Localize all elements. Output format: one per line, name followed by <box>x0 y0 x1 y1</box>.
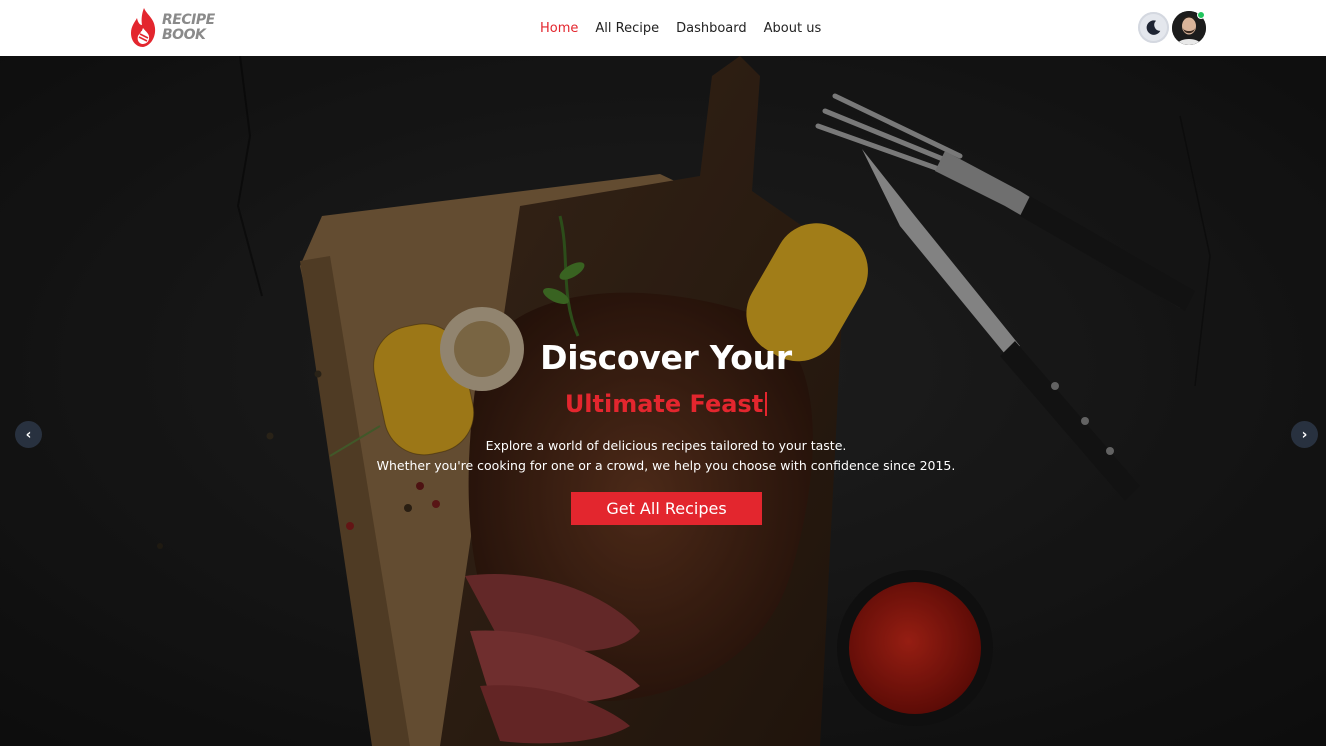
carousel-prev-button[interactable]: ‹ <box>15 421 42 448</box>
hero-description-line2: Whether you're cooking for one or a crow… <box>376 458 956 473</box>
main-nav: Home All Recipe Dashboard About us <box>540 0 821 56</box>
typing-caret <box>765 392 768 416</box>
chevron-right-icon: › <box>1301 426 1308 443</box>
hero-banner: Discover Your Ultimate Feast Explore a w… <box>0 56 1326 746</box>
hero-description-line1: Explore a world of delicious recipes tai… <box>485 438 847 453</box>
theme-toggle-button[interactable] <box>1138 12 1169 43</box>
hero-content: Discover Your Ultimate Feast Explore a w… <box>0 56 1326 746</box>
hero-description: Explore a world of delicious recipes tai… <box>0 436 1326 476</box>
brand-name-line1: RECIPE <box>162 12 215 28</box>
nav-item-all-recipe[interactable]: All Recipe <box>595 21 659 36</box>
hero-title: Discover Your <box>540 338 792 377</box>
carousel-next-button[interactable]: › <box>1291 421 1318 448</box>
chevron-left-icon: ‹ <box>25 426 32 443</box>
get-all-recipes-button[interactable]: Get All Recipes <box>571 492 762 525</box>
nav-item-about-us[interactable]: About us <box>764 21 822 36</box>
brand-logo[interactable]: RECIPE BOOK <box>128 6 218 50</box>
brand-name: RECIPE BOOK <box>162 13 215 43</box>
navbar: RECIPE BOOK Home All Recipe Dashboard Ab… <box>0 0 1326 56</box>
nav-item-home[interactable]: Home <box>540 21 578 36</box>
flame-icon <box>131 8 156 47</box>
online-status-dot <box>1197 11 1205 19</box>
brand-name-line2: BOOK <box>162 27 206 43</box>
hero-highlight-text: Ultimate Feast <box>564 390 764 418</box>
nav-item-dashboard[interactable]: Dashboard <box>676 21 747 36</box>
moon-icon <box>1146 20 1161 35</box>
hero-highlight: Ultimate Feast <box>0 390 1326 418</box>
